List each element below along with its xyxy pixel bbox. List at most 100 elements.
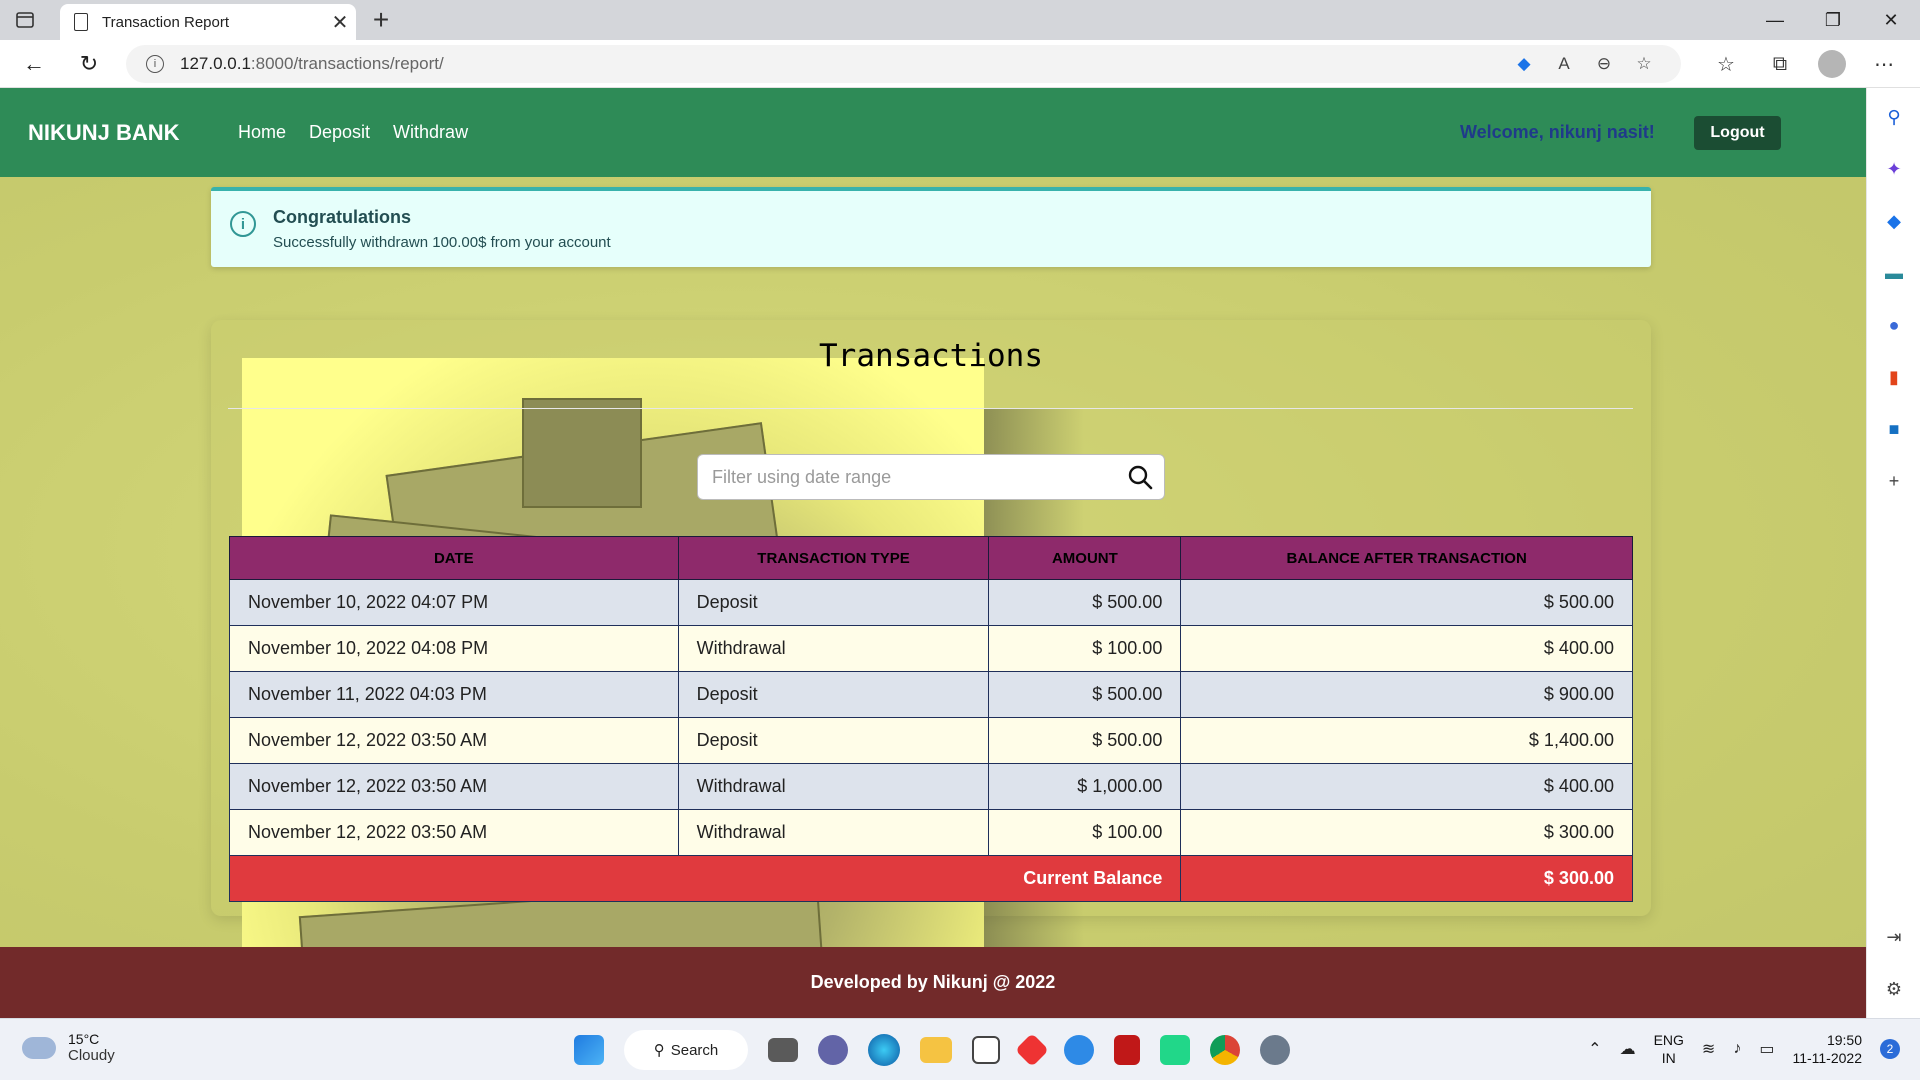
coupon-tag-icon[interactable]: ◆ [1513, 53, 1535, 75]
volume-icon[interactable]: ♪ [1733, 1040, 1741, 1058]
cell-amount: $ 500.00 [988, 579, 1182, 626]
mcafee-icon[interactable] [1114, 1035, 1140, 1065]
welcome-text: Welcome, nikunj nasit! [1460, 122, 1655, 142]
outlook-icon[interactable]: ■ [1882, 417, 1906, 441]
search-icon[interactable] [1126, 463, 1154, 491]
cell-balance: $ 900.00 [1180, 671, 1633, 718]
task-view-icon[interactable] [768, 1038, 798, 1062]
cell-amount: $ 500.00 [988, 671, 1182, 718]
wifi-icon[interactable]: ≋ [1702, 1039, 1715, 1059]
site-info-icon[interactable]: i [146, 55, 164, 73]
teams-chat-icon[interactable] [818, 1035, 848, 1065]
col-balance[interactable]: BALANCE AFTER TRANSACTION [1180, 536, 1633, 580]
date-filter[interactable] [697, 454, 1165, 500]
cell-type: Deposit [677, 579, 990, 626]
browser-tab[interactable]: Transaction Report ✕ [60, 4, 356, 40]
window-close-icon[interactable]: ✕ [1862, 0, 1920, 40]
minimize-icon[interactable]: — [1746, 0, 1804, 40]
clock[interactable]: 19:50 11-11-2022 [1792, 1031, 1862, 1067]
edge-browser-icon[interactable] [868, 1034, 900, 1066]
weather-widget[interactable]: 15°C Cloudy [22, 1031, 115, 1064]
start-icon[interactable] [574, 1035, 604, 1065]
restore-icon[interactable]: ❐ [1804, 0, 1862, 40]
close-tab-icon[interactable]: ✕ [324, 10, 356, 35]
cell-amount: $ 500.00 [988, 717, 1182, 764]
store-icon[interactable] [972, 1036, 1000, 1064]
table-row: November 10, 2022 04:08 PM Withdrawal $ … [229, 625, 1633, 672]
office-icon[interactable]: ▮ [1882, 365, 1906, 389]
cell-balance: $ 400.00 [1180, 763, 1633, 810]
new-tab-button[interactable]: + [366, 4, 396, 36]
file-explorer-icon[interactable] [920, 1037, 952, 1063]
current-balance-value: $ 300.00 [1180, 855, 1633, 902]
logout-button[interactable]: Logout [1694, 116, 1781, 150]
cell-type: Withdrawal [677, 625, 990, 672]
weather-temp: 15°C [68, 1031, 100, 1047]
table-row: November 11, 2022 04:03 PM Deposit $ 500… [229, 671, 1633, 718]
col-type[interactable]: TRANSACTION TYPE [677, 536, 990, 580]
more-menu-icon[interactable]: ⋯ [1868, 48, 1900, 80]
tab-actions-icon[interactable] [14, 9, 36, 31]
back-icon[interactable]: ← [18, 48, 50, 80]
nav-home[interactable]: Home [238, 88, 286, 177]
taskbar-search[interactable]: ⚲ Search [624, 1030, 748, 1070]
notification-badge[interactable]: 2 [1880, 1039, 1900, 1059]
settings-gear-icon[interactable]: ⚙ [1882, 977, 1906, 1001]
page: NIKUNJ BANK Home Deposit Withdraw Welcom… [0, 88, 1866, 1018]
col-amount[interactable]: AMOUNT [988, 536, 1182, 580]
table-row: November 12, 2022 03:50 AM Withdrawal $ … [229, 763, 1633, 810]
zoom-out-icon[interactable]: ⊖ [1593, 53, 1615, 75]
page-icon [74, 13, 88, 31]
help-icon[interactable] [1064, 1035, 1094, 1065]
taskbar: 15°C Cloudy ⚲ Search ⌃ ☁ ENG IN ≋ ♪ ▭ 19:5… [0, 1018, 1920, 1080]
site-navbar: NIKUNJ BANK Home Deposit Withdraw Welcom… [0, 88, 1866, 177]
table-row: November 12, 2022 03:50 AM Withdrawal $ … [229, 809, 1633, 856]
cell-date: November 11, 2022 04:03 PM [229, 671, 679, 718]
url-text: 127.0.0.1:8000/transactions/report/ [180, 54, 444, 73]
nav-withdraw[interactable]: Withdraw [393, 88, 468, 177]
table-row: November 12, 2022 03:50 AM Deposit $ 500… [229, 717, 1633, 764]
collections-icon[interactable]: ⧉ [1764, 48, 1796, 80]
alert-heading: Congratulations [273, 207, 411, 227]
cell-balance: $ 500.00 [1180, 579, 1633, 626]
current-balance-row: Current Balance $ 300.00 [228, 855, 1633, 902]
read-aloud-icon[interactable]: A [1553, 53, 1575, 75]
add-sidebar-icon[interactable]: + [1882, 469, 1906, 493]
search-icon[interactable]: ⚲ [1882, 105, 1906, 129]
cell-date: November 10, 2022 04:08 PM [229, 625, 679, 672]
cell-date: November 12, 2022 03:50 AM [229, 763, 679, 810]
weather-desc: Cloudy [68, 1047, 115, 1064]
success-alert: i Congratulations Successfully withdrawn… [211, 187, 1651, 267]
cell-amount: $ 100.00 [988, 809, 1182, 856]
chevron-up-icon[interactable]: ⌃ [1588, 1039, 1601, 1059]
date-range-input[interactable] [712, 455, 1112, 499]
git-app-icon[interactable] [1015, 1033, 1049, 1067]
add-favorite-icon[interactable]: ☆ [1633, 53, 1655, 75]
url-field[interactable]: i 127.0.0.1:8000/transactions/report/ ◆ … [126, 45, 1681, 83]
profile-avatar[interactable] [1818, 50, 1846, 78]
chrome-icon[interactable] [1210, 1035, 1240, 1065]
cell-balance: $ 400.00 [1180, 625, 1633, 672]
table-row: November 10, 2022 04:07 PM Deposit $ 500… [229, 579, 1633, 626]
onedrive-icon[interactable]: ☁ [1620, 1039, 1636, 1059]
brand-logo[interactable]: NIKUNJ BANK [28, 88, 180, 177]
language-indicator[interactable]: ENG IN [1654, 1031, 1684, 1067]
nav-deposit[interactable]: Deposit [309, 88, 370, 177]
games-icon[interactable]: ● [1882, 313, 1906, 337]
col-date[interactable]: DATE [229, 536, 679, 580]
tools-icon[interactable]: ▬ [1882, 261, 1906, 285]
battery-icon[interactable]: ▭ [1759, 1039, 1774, 1059]
footer-text: Developed by Nikunj @ 2022 [810, 972, 1056, 992]
settings-app-icon[interactable] [1260, 1035, 1290, 1065]
table-header-row: DATE TRANSACTION TYPE AMOUNT BALANCE AFT… [229, 536, 1633, 580]
shopping-icon[interactable]: ◆ [1882, 209, 1906, 233]
cell-type: Withdrawal [677, 809, 990, 856]
refresh-icon[interactable]: ↻ [73, 48, 105, 80]
pycharm-icon[interactable] [1160, 1035, 1190, 1065]
hide-sidebar-icon[interactable]: ⇥ [1882, 925, 1906, 949]
copilot-icon[interactable]: ✦ [1882, 157, 1906, 181]
favorites-icon[interactable]: ☆ [1710, 48, 1742, 80]
divider [228, 408, 1633, 409]
cell-date: November 10, 2022 04:07 PM [229, 579, 679, 626]
cell-amount: $ 1,000.00 [988, 763, 1182, 810]
